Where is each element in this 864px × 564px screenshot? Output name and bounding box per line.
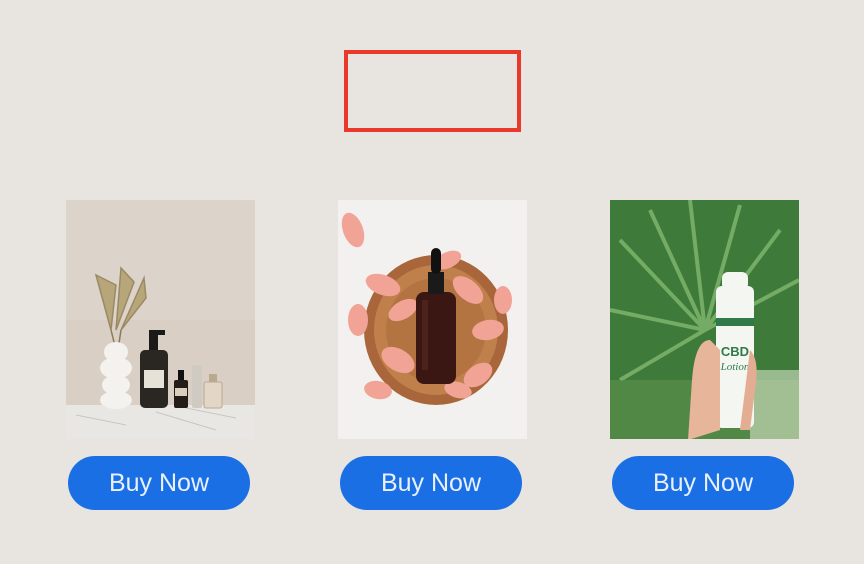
buy-now-button-3[interactable]: Buy Now: [612, 456, 794, 510]
cbd-lotion-photo[interactable]: CBD Lotion: [610, 200, 799, 439]
serum-bottle-petals-photo[interactable]: [338, 200, 527, 439]
cbd-label-text: CBD: [721, 344, 749, 359]
product-card-2: Buy Now: [338, 200, 527, 510]
product-card-3: CBD Lotion Buy Now: [610, 200, 799, 510]
product-card-1: Buy Now: [66, 200, 255, 510]
header-frame: [344, 50, 521, 132]
skincare-shelf-photo[interactable]: [66, 200, 255, 439]
buy-now-button-1[interactable]: Buy Now: [68, 456, 250, 510]
buy-now-button-2[interactable]: Buy Now: [340, 456, 522, 510]
lotion-label-text: Lotion: [720, 361, 750, 373]
